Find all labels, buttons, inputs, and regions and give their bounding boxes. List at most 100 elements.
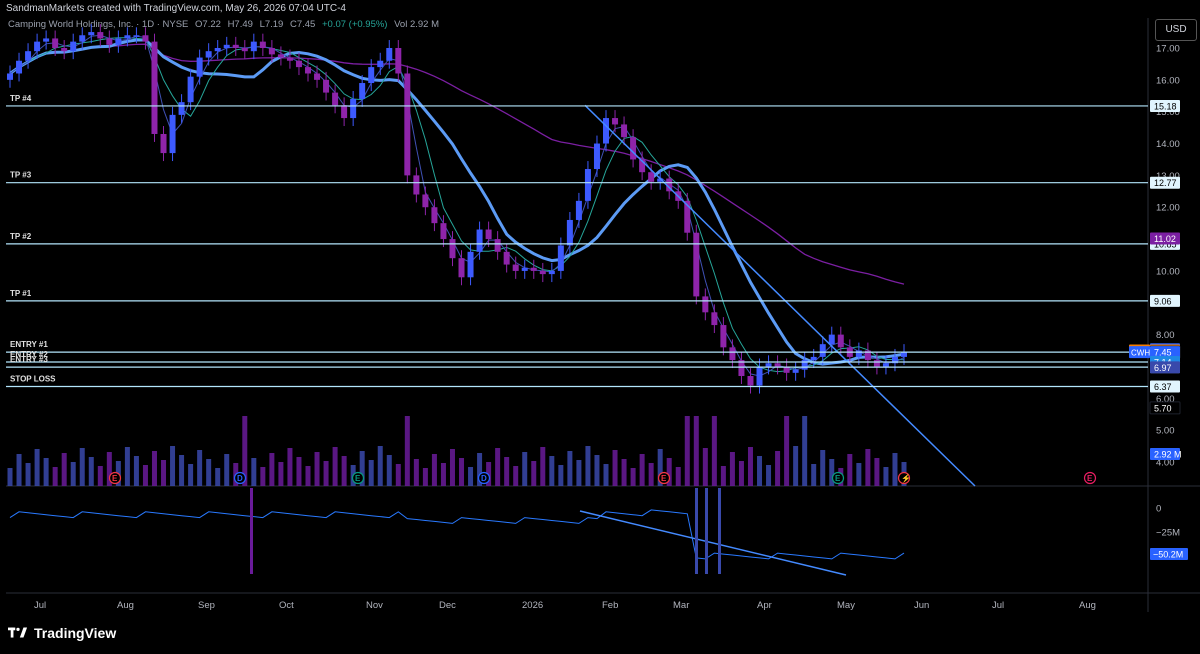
price-tag-text: 11.02 xyxy=(1154,234,1176,244)
volume-bar xyxy=(594,455,600,486)
candle-body xyxy=(124,35,131,39)
level-tag-text: 9.06 xyxy=(1154,296,1172,306)
candle-body xyxy=(386,48,393,61)
volume-bar xyxy=(549,456,555,486)
level-label: STOP LOSS xyxy=(10,375,56,384)
volume-bar xyxy=(97,466,103,486)
volume-bar xyxy=(802,416,808,486)
candle-body xyxy=(774,363,781,367)
candle-body xyxy=(88,32,95,36)
candle-body xyxy=(214,48,221,52)
candle-body xyxy=(52,38,59,48)
volume-bar xyxy=(531,461,537,486)
candle-body xyxy=(440,223,447,240)
volume-bar xyxy=(7,468,13,486)
price-chart[interactable]: 17.0016.0015.0014.0013.0012.0011.0010.00… xyxy=(0,0,1200,620)
volume-bar xyxy=(377,446,383,486)
candle-body xyxy=(449,239,456,259)
candle-body xyxy=(250,41,257,52)
candle-body xyxy=(314,73,321,80)
event-marker-letter: E xyxy=(835,474,841,483)
price-tick-label: 8.00 xyxy=(1156,330,1175,341)
volume-bar xyxy=(639,454,645,486)
candle-body xyxy=(404,73,411,176)
candle-body xyxy=(61,48,68,52)
tradingview-logo-icon xyxy=(8,627,28,638)
event-marker-letter: ⚡ xyxy=(901,473,911,483)
volume-bar xyxy=(170,446,176,486)
volume-bar xyxy=(16,454,22,486)
volume-bar xyxy=(684,416,690,486)
volume-bar xyxy=(612,450,618,486)
tradingview-brand: TradingView xyxy=(8,625,116,641)
volume-bar xyxy=(793,446,799,486)
volume-bar xyxy=(711,416,717,486)
volume-bar xyxy=(323,461,329,486)
obv-line xyxy=(9,509,905,560)
volume-bar xyxy=(124,447,130,486)
candle-body xyxy=(268,48,275,55)
volume-bar xyxy=(576,460,582,486)
candle-body xyxy=(603,118,609,144)
candle-body xyxy=(16,60,23,74)
candle-body xyxy=(160,133,167,154)
candle-body xyxy=(548,270,555,275)
candle-body xyxy=(142,35,149,42)
volume-bar xyxy=(224,454,230,486)
volume-bar xyxy=(34,449,40,486)
candle-body xyxy=(377,60,384,68)
price-tag-text: 2.92 M xyxy=(1154,450,1182,460)
price-tag-text: 5.70 xyxy=(1154,403,1172,413)
candle-body xyxy=(232,44,239,48)
candle-body xyxy=(539,270,546,275)
candle-body xyxy=(828,334,835,345)
volume-bar xyxy=(61,453,67,486)
trendline xyxy=(584,104,976,487)
volume-bar xyxy=(675,467,681,486)
candle-body xyxy=(711,312,718,326)
volume-bar xyxy=(729,452,735,486)
volume-bar xyxy=(404,416,410,486)
volume-bar xyxy=(70,462,76,486)
price-tick-label: 14.00 xyxy=(1156,139,1180,150)
candle-body xyxy=(413,175,420,195)
candle-body xyxy=(882,363,889,367)
chart-stage: SandmanMarkets created with TradingView.… xyxy=(0,0,1200,654)
volume-bar xyxy=(883,467,889,486)
volume-bar xyxy=(431,454,437,486)
level-tag-text: 12.77 xyxy=(1154,178,1177,188)
candle-body xyxy=(295,60,302,68)
ma-10-line xyxy=(9,34,905,377)
candle-body xyxy=(630,137,637,160)
candle-body xyxy=(458,258,465,278)
volume-bar xyxy=(874,458,880,486)
candle-body xyxy=(169,114,176,154)
candle-body xyxy=(756,366,763,386)
candle-body xyxy=(368,67,375,84)
time-tick-label: Jul xyxy=(992,600,1004,611)
volume-bar xyxy=(142,465,148,486)
candle-body xyxy=(25,51,32,61)
candle-body xyxy=(557,245,564,271)
candle-body xyxy=(575,200,582,220)
level-tag-text: 6.37 xyxy=(1154,382,1172,392)
candle-body xyxy=(97,32,104,39)
volume-bar xyxy=(269,453,275,486)
candle-body xyxy=(7,73,13,80)
volume-bar xyxy=(440,463,446,486)
volume-bar xyxy=(702,448,708,486)
candle-body xyxy=(277,54,284,58)
volume-bar xyxy=(558,465,564,486)
candle-body xyxy=(332,92,339,106)
volume-bar xyxy=(206,459,212,486)
level-label: TP #2 xyxy=(10,232,32,241)
candle-body xyxy=(819,344,826,357)
volume-bar xyxy=(847,454,853,486)
volume-bar xyxy=(540,447,546,486)
volume-bar xyxy=(757,456,763,486)
candle-body xyxy=(648,172,655,182)
volume-bar xyxy=(775,451,781,486)
price-tick-label: 10.00 xyxy=(1156,266,1180,277)
event-marker-letter: D xyxy=(237,474,243,483)
candle-body xyxy=(106,38,113,45)
